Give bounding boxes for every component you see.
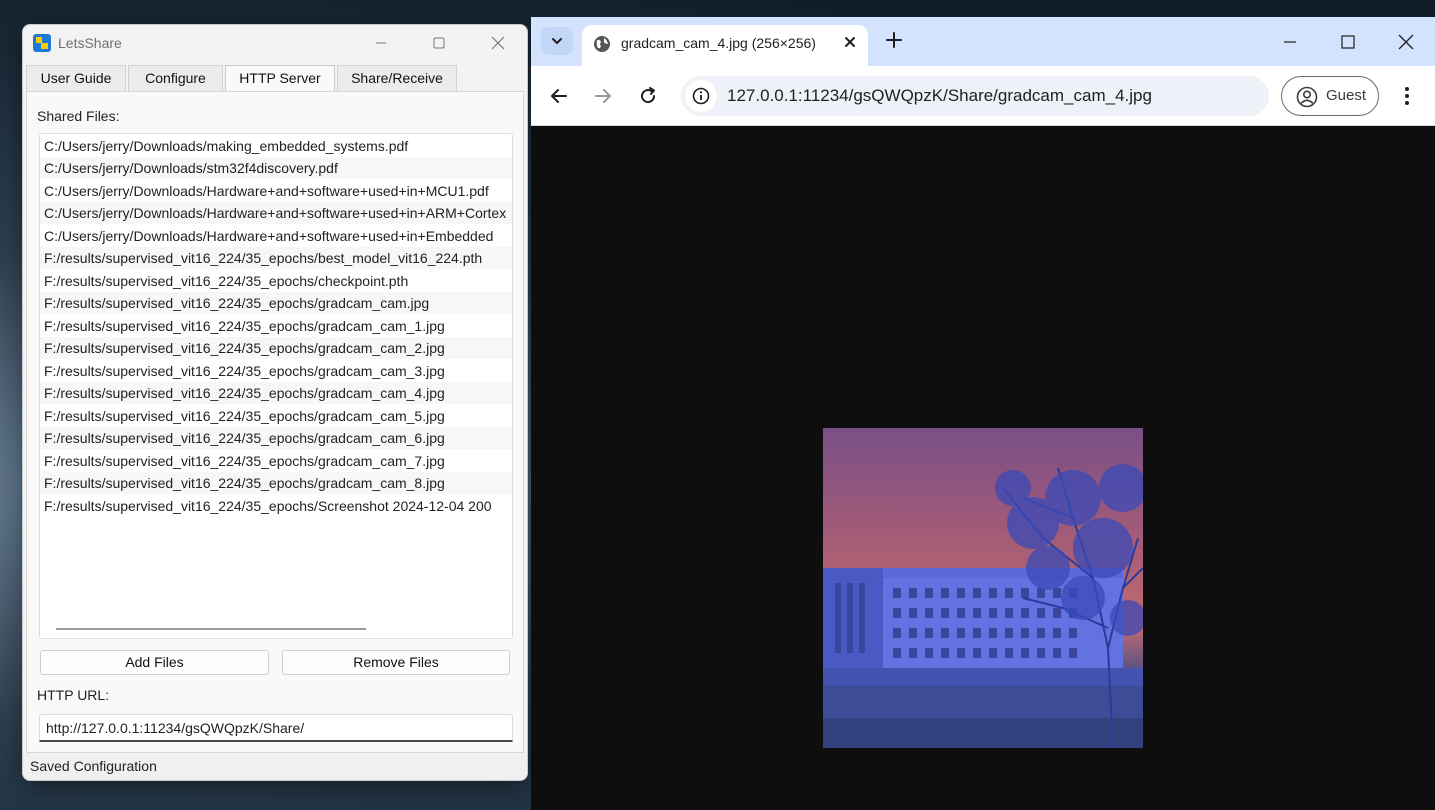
list-item[interactable]: C:/Users/jerry/Downloads/Hardware+and+so…	[40, 180, 512, 202]
list-item[interactable]: C:/Users/jerry/Downloads/stm32f4discover…	[40, 157, 512, 179]
kebab-menu-icon	[1405, 87, 1409, 105]
shared-files-label: Shared Files:	[37, 108, 120, 124]
gradcam-image-graphic	[823, 428, 1143, 748]
minimize-button[interactable]	[366, 29, 396, 57]
profile-icon	[1296, 86, 1318, 108]
http-server-panel: Shared Files: C:/Users/jerry/Downloads/m…	[26, 91, 524, 753]
list-item[interactable]: F:/results/supervised_vit16_224/35_epoch…	[40, 495, 512, 517]
list-item[interactable]: C:/Users/jerry/Downloads/Hardware+and+so…	[40, 225, 512, 247]
browser-menu-button[interactable]	[1395, 82, 1419, 110]
url-text[interactable]: 127.0.0.1:11234/gsQWQpzK/Share/gradcam_c…	[727, 86, 1152, 106]
list-item[interactable]: F:/results/supervised_vit16_224/35_epoch…	[40, 270, 512, 292]
letsshare-window: LetsShare User Guide Configure HTTP Serv…	[22, 24, 528, 781]
horizontal-scrollbar[interactable]	[56, 628, 366, 630]
browser-window: gradcam_cam_4.jpg (256×256) 127.0.0.1:11…	[531, 17, 1435, 810]
back-button[interactable]	[545, 82, 573, 110]
tab-user-guide[interactable]: User Guide	[26, 65, 126, 91]
arrow-right-icon	[595, 89, 611, 103]
list-item[interactable]: F:/results/supervised_vit16_224/35_epoch…	[40, 337, 512, 359]
tab-close-button[interactable]	[842, 34, 858, 53]
list-item[interactable]: F:/results/supervised_vit16_224/35_epoch…	[40, 360, 512, 382]
profile-button[interactable]: Guest	[1281, 76, 1379, 116]
list-item[interactable]: F:/results/supervised_vit16_224/35_epoch…	[40, 382, 512, 404]
app-titlebar[interactable]: LetsShare	[23, 25, 527, 63]
tab-search-button[interactable]	[541, 27, 573, 55]
list-item[interactable]: F:/results/supervised_vit16_224/35_epoch…	[40, 292, 512, 314]
list-item[interactable]: F:/results/supervised_vit16_224/35_epoch…	[40, 427, 512, 449]
profile-label: Guest	[1326, 87, 1367, 104]
reload-button[interactable]	[634, 82, 662, 110]
add-files-button[interactable]: Add Files	[40, 650, 269, 675]
globe-icon	[594, 36, 610, 52]
browser-tab-strip: gradcam_cam_4.jpg (256×256)	[531, 17, 1435, 66]
chevron-down-icon	[552, 38, 562, 44]
tab-http-server[interactable]: HTTP Server	[225, 65, 335, 91]
browser-minimize-button[interactable]	[1277, 29, 1303, 55]
remove-files-button[interactable]: Remove Files	[282, 650, 510, 675]
plus-icon	[886, 32, 902, 48]
tab-share-receive[interactable]: Share/Receive	[337, 65, 457, 91]
list-item[interactable]: F:/results/supervised_vit16_224/35_epoch…	[40, 472, 512, 494]
list-item[interactable]: C:/Users/jerry/Downloads/making_embedded…	[40, 135, 512, 157]
tab-configure[interactable]: Configure	[128, 65, 223, 91]
list-item[interactable]: F:/results/supervised_vit16_224/35_epoch…	[40, 247, 512, 269]
close-button[interactable]	[483, 29, 513, 57]
list-item[interactable]: F:/results/supervised_vit16_224/35_epoch…	[40, 405, 512, 427]
list-item[interactable]: F:/results/supervised_vit16_224/35_epoch…	[40, 450, 512, 472]
reload-icon	[641, 87, 656, 104]
maximize-button[interactable]	[424, 29, 454, 57]
http-url-label: HTTP URL:	[37, 687, 110, 703]
browser-tab-title: gradcam_cam_4.jpg (256×256)	[621, 35, 816, 51]
browser-tab[interactable]: gradcam_cam_4.jpg (256×256)	[582, 25, 868, 66]
site-info-button[interactable]	[685, 80, 717, 112]
maximize-icon	[1341, 35, 1355, 49]
new-tab-button[interactable]	[884, 30, 904, 53]
arrow-left-icon	[551, 89, 567, 103]
displayed-image	[823, 428, 1143, 748]
address-bar[interactable]: 127.0.0.1:11234/gsQWQpzK/Share/gradcam_c…	[681, 76, 1269, 116]
close-icon	[491, 36, 505, 50]
browser-close-button[interactable]	[1393, 29, 1419, 55]
minimize-icon	[376, 42, 386, 44]
close-icon	[1398, 34, 1414, 50]
list-item[interactable]: C:/Users/jerry/Downloads/Hardware+and+so…	[40, 202, 512, 224]
browser-toolbar: 127.0.0.1:11234/gsQWQpzK/Share/gradcam_c…	[531, 66, 1435, 126]
app-title: LetsShare	[58, 35, 122, 51]
close-icon	[845, 37, 855, 47]
browser-maximize-button[interactable]	[1335, 29, 1361, 55]
forward-button[interactable]	[589, 82, 617, 110]
shared-files-list[interactable]: C:/Users/jerry/Downloads/making_embedded…	[39, 133, 513, 639]
maximize-icon	[433, 37, 445, 49]
app-logo-icon	[33, 34, 51, 52]
minimize-icon	[1284, 41, 1296, 43]
status-bar: Saved Configuration	[23, 753, 527, 780]
info-icon	[692, 87, 710, 105]
list-item[interactable]: F:/results/supervised_vit16_224/35_epoch…	[40, 315, 512, 337]
http-url-field[interactable]	[39, 714, 513, 742]
